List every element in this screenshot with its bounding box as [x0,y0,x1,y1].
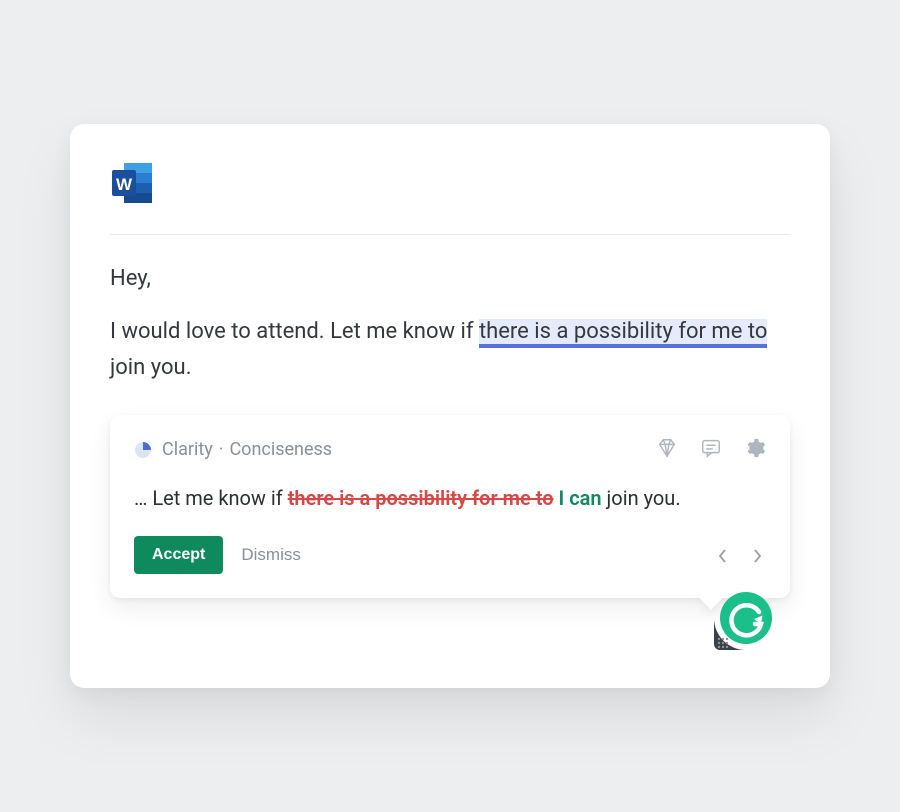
gear-icon[interactable] [744,437,766,463]
card-footer: Accept Dismiss [134,536,766,574]
suggestion-prefix: … Let me know if [134,486,288,510]
suggestion-category: Clarity [162,439,213,460]
svg-text:W: W [116,175,133,194]
diamond-icon[interactable] [656,437,678,463]
highlighted-phrase[interactable]: there is a possibility for me to [479,319,767,348]
strike-text: there is a possibility for me to [288,486,554,510]
category-separator: · [219,439,224,460]
card-header: Clarity · Conciseness [134,437,766,463]
sentence-suffix: join you. [110,355,192,380]
replacement-text: I can [554,486,602,510]
app-window: W Hey, I would love to attend. Let me kn… [70,124,830,688]
card-toolbar [656,437,766,463]
accept-button[interactable]: Accept [134,536,223,574]
suggestion-text: … Let me know if there is a possibility … [134,483,766,514]
dismiss-button[interactable]: Dismiss [241,545,301,565]
body-paragraph: I would love to attend. Let me know if t… [110,314,790,384]
ms-word-icon: W [110,160,156,206]
suggestion-suffix: join you. [602,486,681,510]
greeting-line: Hey, [110,261,790,296]
suggestion-nav [718,548,766,562]
divider [110,234,790,235]
clarity-category-icon [134,441,152,459]
grammarly-icon[interactable] [710,582,782,654]
suggestion-subcategory: Conciseness [229,439,332,460]
document-body[interactable]: Hey, I would love to attend. Let me know… [110,261,790,385]
comment-icon[interactable] [700,437,722,463]
sentence-prefix: I would love to attend. Let me know if [110,319,479,344]
chevron-left-icon[interactable] [718,548,732,562]
chevron-right-icon[interactable] [752,548,766,562]
suggestion-card: Clarity · Conciseness [110,415,790,598]
